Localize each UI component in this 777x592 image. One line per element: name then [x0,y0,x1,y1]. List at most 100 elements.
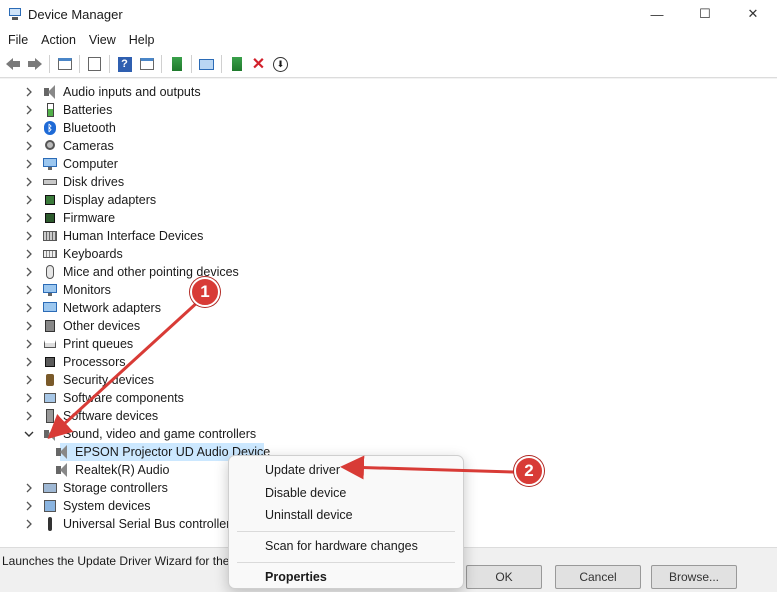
menu-separator [237,531,455,532]
menu-bar: File Action View Help [0,28,777,51]
tree-category-item[interactable]: Computer [24,155,118,173]
chevron-right-icon[interactable] [24,393,34,403]
menu-properties[interactable]: Properties [265,570,327,584]
menu-update-driver[interactable]: Update driver [265,463,340,477]
chevron-right-icon[interactable] [24,483,34,493]
tree-category-item[interactable]: Other devices [24,317,140,335]
tree-category-item[interactable]: Storage controllers [24,479,168,497]
chevron-right-icon[interactable] [24,105,34,115]
cancel-button[interactable]: Cancel [555,565,641,589]
enable-device-icon[interactable] [227,55,246,74]
status-text: Launches the Update Driver Wizard for th… [2,554,239,568]
battery-icon [42,102,58,118]
tree-item-label: Firmware [63,211,116,225]
chevron-right-icon[interactable] [24,285,34,295]
properties-icon[interactable] [85,55,104,74]
chevron-right-icon[interactable] [24,177,34,187]
tree-category-item[interactable]: Display adapters [24,191,156,209]
callout-2: 2 [514,456,544,486]
tree-item-label: Display adapters [63,193,157,207]
tree-category-item[interactable]: Network adapters [24,299,161,317]
menu-uninstall-device[interactable]: Uninstall device [265,508,353,522]
ok-button[interactable]: OK [466,565,542,589]
tree-category-item[interactable]: Software components [24,389,184,407]
mouse-icon [42,264,58,280]
chevron-right-icon[interactable] [24,519,34,529]
tree-category-item[interactable]: Monitors [24,281,111,299]
tree-category-item[interactable]: Keyboards [24,245,123,263]
chevron-right-icon[interactable] [24,141,34,151]
chevron-right-icon[interactable] [24,375,34,385]
chevron-right-icon[interactable] [24,249,34,259]
download-icon[interactable]: ⬇ [271,55,290,74]
menu-disable-device[interactable]: Disable device [265,486,346,500]
chevron-right-icon[interactable] [24,267,34,277]
chevron-right-icon[interactable] [24,231,34,241]
speaker-icon [42,84,58,100]
chevron-right-icon[interactable] [24,303,34,313]
window-title: Device Manager [28,6,123,22]
chevron-right-icon[interactable] [24,321,34,331]
back-arrow-icon[interactable] [3,55,22,74]
show-hide-console-tree-icon[interactable] [55,55,74,74]
storage-icon [42,480,58,496]
chevron-down-icon[interactable] [24,429,34,439]
tree-item-label: Computer [63,157,118,171]
printer-icon [42,336,58,352]
scan-hardware-icon[interactable] [197,55,216,74]
tree-category-item[interactable]: Cameras [24,137,114,155]
tree-category-item[interactable]: Audio inputs and outputs [24,83,201,101]
chevron-right-icon[interactable] [24,357,34,367]
tree-category-item[interactable]: Human Interface Devices [24,227,203,245]
chevron-right-icon[interactable] [24,339,34,349]
menu-action[interactable]: Action [36,33,81,47]
menu-view[interactable]: View [84,33,121,47]
action-pane-icon[interactable] [137,55,156,74]
maximize-button[interactable]: ☐ [681,0,729,28]
chevron-right-icon[interactable] [24,411,34,421]
tree-category-item[interactable]: Firmware [24,209,115,227]
chevron-right-icon[interactable] [24,213,34,223]
chevron-right-icon[interactable] [24,195,34,205]
tree-category-item[interactable]: Sound, video and game controllers [24,425,256,443]
toolbar: ? ✕ ⬇ [0,51,777,78]
tree-category-item[interactable]: ᛒ Bluetooth [24,119,116,137]
tree-item-label: Disk drives [63,175,125,189]
tree-item-label: Processors [63,355,126,369]
help-icon[interactable]: ? [115,55,134,74]
tree-category-item[interactable]: Software devices [24,407,158,425]
menu-help[interactable]: Help [124,33,160,47]
tree-category-item[interactable]: System devices [24,497,151,515]
context-menu: Update driver Disable device Uninstall d… [228,455,464,589]
speaker-icon [54,462,70,478]
menu-file[interactable]: File [3,33,33,47]
tree-item-label: Storage controllers [63,481,168,495]
tree-category-item[interactable]: Security devices [24,371,154,389]
computer-icon [42,156,58,172]
close-button[interactable]: ✕ [729,0,777,28]
forward-arrow-icon[interactable] [25,55,44,74]
tree-category-item[interactable]: Print queues [24,335,133,353]
camera-icon [42,138,58,154]
display-adapter-icon [42,192,58,208]
tree-item-label: Network adapters [63,301,161,315]
keyboard-icon [42,246,58,262]
tree-category-item[interactable]: Disk drives [24,173,124,191]
tree-category-item[interactable]: Batteries [24,101,112,119]
tree-item-label: Security devices [63,373,155,387]
menu-scan-hardware[interactable]: Scan for hardware changes [265,539,418,553]
chevron-right-icon[interactable] [24,87,34,97]
uninstall-device-icon[interactable]: ✕ [249,55,268,74]
minimize-button[interactable]: — [633,0,681,28]
tree-item-label: Batteries [63,103,113,117]
tree-item-label: Sound, video and game controllers [63,427,257,441]
chevron-right-icon[interactable] [24,501,34,511]
chevron-right-icon[interactable] [24,159,34,169]
chevron-right-icon[interactable] [24,123,34,133]
tree-child-item[interactable]: Realtek(R) Audio [54,461,170,479]
browse-button[interactable]: Browse... [651,565,737,589]
tree-category-item[interactable]: Processors [24,353,126,371]
tree-item-label: Software components [63,391,184,405]
tree-category-item[interactable]: Universal Serial Bus controllers [24,515,237,533]
update-driver-icon[interactable] [167,55,186,74]
